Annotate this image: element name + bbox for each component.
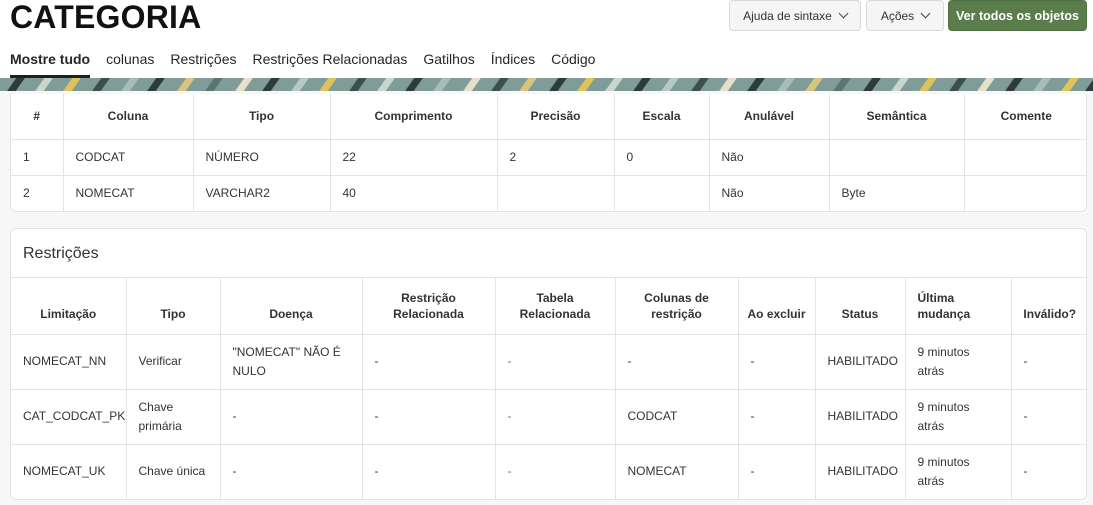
actions-label: Ações [880,8,915,23]
table-cell: Chave primária [125,388,221,445]
decorative-banner [0,78,1093,91]
tab-show-all[interactable]: Mostre tudo [10,50,91,78]
status-cell: HABILITADO [814,333,906,390]
table-cell: - [361,333,496,390]
table-cell: NOMECAT [62,174,194,211]
table-cell: NOMECAT_NN [11,333,127,390]
actions-button[interactable]: Ações [866,0,944,31]
table-cell: "NOMECAT" NÃO É NULO [219,333,363,390]
table-cell: Verificar [125,333,221,390]
tab-columns[interactable]: colunas [106,50,154,78]
table-cell: 9 minutos atrás [904,388,1012,445]
table-header-row: Limitação Tipo Doença Restrição Relacion… [11,278,1086,335]
table-cell: - [219,443,363,499]
table-row: NOMECAT_NN Verificar "NOMECAT" NÃO É NUL… [11,333,1086,390]
table-cell [963,174,1086,211]
column-header[interactable]: Precisão [496,94,615,140]
table-header-row: # Coluna Tipo Comprimento Precisão Escal… [11,94,1086,140]
related-table-link[interactable]: - [494,388,616,445]
table-cell: - [361,388,496,445]
column-header[interactable]: Comprimento [329,94,498,140]
column-header[interactable]: Ao excluir [737,278,816,335]
column-header[interactable]: Restrição Relacionada [361,278,496,335]
table-row: NOMECAT_UK Chave única - - - NOMECAT - H… [11,443,1086,499]
column-header[interactable]: Semântica [828,94,965,140]
constraints-card: Restrições Limitação Tipo Doença Restriç… [10,228,1087,500]
tab-bar: Mostre tudo colunas Restrições Restriçõe… [10,50,595,78]
syntax-help-label: Ajuda de sintaxe [743,8,832,23]
table-cell [496,174,615,211]
column-header[interactable]: Tipo [192,94,331,140]
column-header[interactable]: Status [814,278,906,335]
column-header[interactable]: Anulável [708,94,830,140]
table-cell: - [219,388,363,445]
table-cell: CAT_CODCAT_PK [11,388,127,445]
column-header[interactable]: # [11,94,64,140]
tab-triggers[interactable]: Gatilhos [423,50,474,78]
table-cell: Não [708,174,830,211]
table-cell: NÚMERO [192,138,331,176]
constraints-table: Limitação Tipo Doença Restrição Relacion… [11,278,1086,499]
table-cell: - [1010,388,1086,445]
table-cell: 9 minutos atrás [904,333,1012,390]
page-header: CATEGORIA Ajuda de sintaxe Ações Ver tod… [0,0,1093,78]
related-table-link[interactable]: - [494,443,616,499]
banner-pattern [0,78,1093,91]
chevron-down-icon [920,8,931,19]
column-header[interactable]: Escala [613,94,710,140]
table-cell: NOMECAT [614,443,739,499]
table-cell: 2 [11,174,64,211]
table-cell: NOMECAT_UK [11,443,127,499]
column-header[interactable]: Comente [963,94,1086,140]
column-header[interactable]: Colunas de restrição [614,278,739,335]
table-cell: 2 [496,138,615,176]
syntax-help-button[interactable]: Ajuda de sintaxe [729,0,861,31]
constraints-section-title: Restrições [11,229,1086,278]
table-cell [963,138,1086,176]
column-header[interactable]: Limitação [11,278,127,335]
table-cell: CODCAT [614,388,739,445]
table-cell: Byte [828,174,965,211]
table-cell: - [737,333,816,390]
table-row: 2 NOMECAT VARCHAR2 40 Não Byte [11,174,1086,211]
status-cell: HABILITADO [814,443,906,499]
table-cell [613,174,710,211]
table-cell: - [1010,443,1086,499]
table-cell: 22 [329,138,498,176]
column-header[interactable]: Tabela Relacionada [494,278,616,335]
table-cell: - [361,443,496,499]
columns-card: # Coluna Tipo Comprimento Precisão Escal… [10,94,1087,212]
tab-related-constraints[interactable]: Restrições Relacionadas [253,50,408,78]
column-header[interactable]: Coluna [62,94,194,140]
tab-constraints[interactable]: Restrições [170,50,236,78]
chevron-down-icon [838,8,849,19]
related-table-link[interactable]: - [494,333,616,390]
table-cell: Chave única [125,443,221,499]
table-cell: - [737,388,816,445]
table-cell [828,138,965,176]
table-cell: VARCHAR2 [192,174,331,211]
tab-indexes[interactable]: Índices [491,50,535,78]
table-cell: 1 [11,138,64,176]
page-title: CATEGORIA [10,0,202,35]
view-all-objects-button[interactable]: Ver todos os objetos [948,0,1087,31]
table-cell: - [1010,333,1086,390]
table-cell: 40 [329,174,498,211]
table-cell: 0 [613,138,710,176]
table-row: 1 CODCAT NÚMERO 22 2 0 Não [11,138,1086,176]
status-cell: HABILITADO [814,388,906,445]
columns-table: # Coluna Tipo Comprimento Precisão Escal… [11,94,1086,211]
table-cell: CODCAT [62,138,194,176]
tab-code[interactable]: Código [551,50,595,78]
column-header[interactable]: Doença [219,278,363,335]
table-cell: - [737,443,816,499]
table-cell: Não [708,138,830,176]
table-cell: 9 minutos atrás [904,443,1012,499]
column-header[interactable]: Última mudança [904,278,1012,335]
column-header[interactable]: Inválido? [1010,278,1086,335]
table-cell: - [614,333,739,390]
column-header[interactable]: Tipo [125,278,221,335]
table-row: CAT_CODCAT_PK Chave primária - - - CODCA… [11,388,1086,445]
